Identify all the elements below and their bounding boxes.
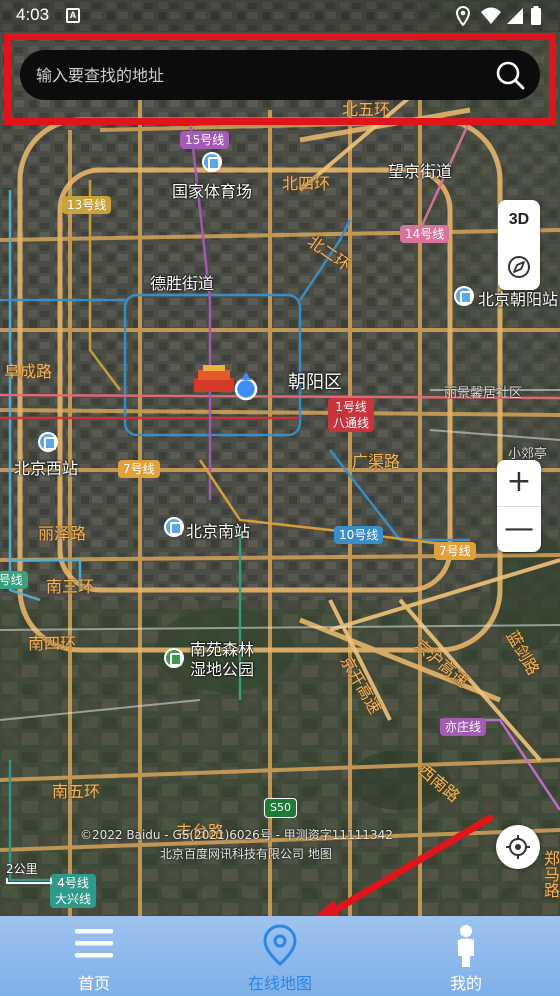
battery-icon — [531, 6, 541, 25]
app-notification-icon: A — [66, 8, 80, 23]
crosshair-icon — [506, 835, 530, 859]
poi-label-lijing: 丽景馨居社区 — [444, 386, 523, 401]
nav-online-map[interactable]: 在线地图 — [210, 916, 350, 996]
line-badge-14: 14号线 — [400, 225, 450, 243]
3d-toggle-button[interactable]: 3D — [498, 200, 540, 240]
station-label-beijing-west: 北京西站 — [14, 459, 79, 478]
zoom-in-button[interactable]: + — [497, 460, 541, 506]
nav-online-map-label: 在线地图 — [247, 974, 312, 993]
beijing-chaoyang-station-icon[interactable] — [454, 286, 474, 306]
station-label-beijing-south: 北京南站 — [186, 522, 251, 541]
menu-icon — [75, 929, 113, 958]
map-copyright: ©2022 Baidu - GS(2021)6026号 - 甲测资字111113… — [80, 826, 393, 864]
status-bar: 4:03 A — [0, 0, 560, 32]
line-badge-10: 10号线 — [334, 526, 384, 544]
wifi-icon — [481, 7, 501, 24]
poi-label-nanyuan-park: 南苑森林湿地公园 — [190, 640, 255, 679]
beijing-south-station-icon[interactable] — [164, 517, 184, 537]
district-label-chaoyang: 朝阳区 — [288, 372, 342, 393]
road-label-south4: 南四环 — [28, 634, 77, 653]
road-label-south3: 南三环 — [46, 577, 95, 596]
person-icon — [458, 925, 474, 967]
scale-label: 2公里 — [6, 862, 38, 876]
zoom-out-button[interactable]: — — [497, 506, 541, 552]
scale-bar — [6, 878, 52, 884]
search-bar[interactable] — [20, 50, 540, 100]
signal-icon — [507, 8, 523, 24]
status-time: 4:03 — [16, 5, 50, 24]
line-badge-7b: 7号线 — [434, 542, 476, 560]
poi-label-national-stadium: 国家体育场 — [172, 182, 253, 201]
road-label-north4: 北四环 — [282, 174, 331, 193]
beijing-west-station-icon[interactable] — [38, 432, 58, 452]
location-pin-icon — [263, 924, 297, 966]
nav-profile[interactable]: 我的 — [396, 916, 536, 996]
line-badge-13: 13号线 — [62, 196, 112, 214]
zoom-control: + — — [497, 460, 541, 552]
road-label-guangqu: 广渠路 — [352, 452, 401, 471]
road-label-lize: 丽泽路 — [38, 524, 87, 543]
road-label-fucheng: 阜成路 — [4, 362, 53, 381]
copyright-line-2: 北京百度网讯科技有限公司 地图 — [160, 847, 332, 861]
line-badge-5: 5号线 — [0, 571, 28, 589]
line-badge-15: 15号线 — [180, 131, 230, 149]
line-badge-4-daxing: 4号线 大兴线 — [50, 874, 97, 908]
search-input[interactable] — [36, 50, 476, 100]
road-label-zhengma: 郑马路 — [541, 850, 560, 898]
bottom-navigation: 首页 在线地图 我的 — [0, 916, 560, 996]
district-label-desheng: 德胜街道 — [150, 274, 215, 293]
status-icons — [456, 6, 546, 26]
stadium-station-icon — [202, 152, 222, 172]
district-label-wangjing: 望京街道 — [388, 162, 453, 181]
road-label-south5: 南五环 — [52, 782, 101, 801]
line-badge-1-batong: 1号线 八通线 — [328, 398, 375, 432]
park-poi-icon[interactable] — [164, 648, 184, 668]
locate-button[interactable] — [496, 825, 540, 869]
nav-home-label: 首页 — [77, 974, 110, 993]
line-badge-7a: 7号线 — [118, 460, 160, 478]
location-status-icon — [456, 6, 470, 26]
nav-home[interactable]: 首页 — [24, 916, 164, 996]
highway-shield-s50: S50 — [264, 798, 297, 818]
copyright-line-1: ©2022 Baidu - GS(2021)6026号 - 甲测资字111113… — [80, 828, 393, 842]
line-badge-yizhuang: 亦庄线 — [440, 718, 487, 736]
map-view[interactable]: 北四环 北二环 德胜街道 朝阳区 广渠路 南三环 南四环 南五环 丽泽路 阜成路… — [0, 0, 560, 916]
search-icon[interactable] — [494, 59, 526, 91]
compass-icon[interactable] — [498, 246, 540, 288]
view-mode-control: 3D — [498, 200, 540, 290]
nav-profile-label: 我的 — [449, 974, 482, 993]
